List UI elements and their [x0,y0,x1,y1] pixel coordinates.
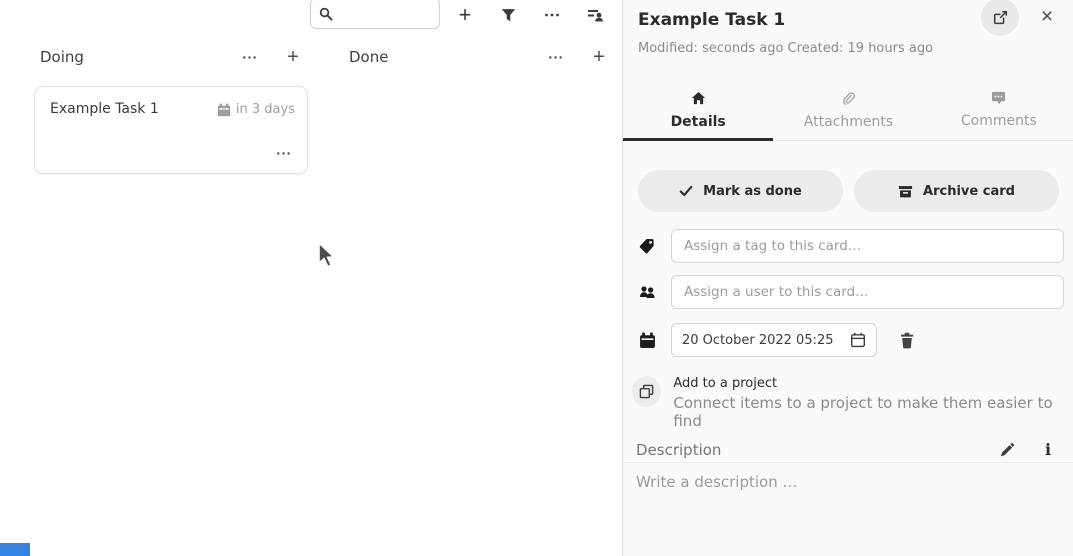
detail-title: Example Task 1 [638,10,785,30]
home-icon [691,91,706,106]
board-pane: + Doing + Done + [0,0,622,556]
tag-icon [623,238,671,254]
archive-icon [898,184,913,199]
tab-label: Details [671,114,726,130]
check-icon [679,184,693,198]
project-title: Add to a project [673,376,1064,391]
add-card-button[interactable]: + [451,1,479,29]
mark-as-done-button[interactable]: Mark as done [638,170,843,212]
task-card[interactable]: Example Task 1 in 3 days [34,86,308,174]
column-add-card-button[interactable]: + [281,45,305,69]
calendar-icon [623,332,671,349]
description-input[interactable]: Write a description … [636,473,1056,553]
tab-label: Comments [961,113,1037,129]
tab-details[interactable]: Details [623,86,773,140]
tag-assign-row [623,229,1073,263]
more-options-icon[interactable] [538,1,566,29]
card-actions: Mark as done Archive card [638,170,1059,212]
description-label: Description [636,441,721,459]
column-header-done: Done + [317,42,615,72]
assignee-list-icon[interactable] [581,1,609,29]
users-icon [623,284,671,300]
column-more-icon[interactable] [237,45,261,69]
filter-icon[interactable] [494,1,522,29]
project-subtitle: Connect items to a project to make them … [673,394,1064,430]
user-assign-row [623,275,1073,309]
column-header-doing: Doing + [8,42,309,72]
close-icon[interactable]: × [1033,3,1061,31]
column-name: Done [349,48,388,66]
comments-icon [991,91,1006,105]
due-date-value: 20 October 2022 05:25 [682,333,850,348]
due-date-row: 20 October 2022 05:25 [623,323,1073,357]
user-input[interactable] [671,275,1064,309]
column-more-icon[interactable] [543,45,567,69]
tab-comments[interactable]: Comments [924,86,1073,140]
detail-pane: Example Task 1 Modified: seconds ago Cre… [622,0,1073,556]
column-name: Doing [40,48,84,66]
tab-label: Attachments [804,114,893,130]
calendar-outline-icon[interactable] [850,332,866,348]
archive-card-button[interactable]: Archive card [854,170,1059,212]
attachment-icon [841,91,855,106]
mouse-cursor [317,242,337,274]
kanban-app: + Doing + Done + [0,0,1073,556]
search-box[interactable] [310,0,440,29]
search-icon [319,7,333,21]
detail-tabs: Details Attachments Comments [623,86,1073,141]
project-icon [632,376,661,407]
tab-attachments[interactable]: Attachments [773,86,923,140]
card-more-icon[interactable] [271,143,295,163]
calendar-icon [217,103,231,117]
card-due-date: in 3 days [217,102,295,117]
accent-rect [0,543,30,556]
card-title: Example Task 1 [50,101,217,117]
open-in-new-icon[interactable] [981,0,1019,36]
detail-meta: Modified: seconds ago Created: 19 hours … [638,41,933,56]
tag-input[interactable] [671,229,1064,263]
trash-icon[interactable] [894,327,920,353]
info-icon[interactable]: i [1036,438,1060,460]
due-date-picker[interactable]: 20 October 2022 05:25 [671,323,877,357]
edit-icon[interactable] [995,439,1019,461]
divider [623,462,1073,463]
add-to-project-row[interactable]: Add to a project Connect items to a proj… [632,375,1064,430]
column-add-card-button[interactable]: + [587,45,611,69]
description-header: Description i [623,439,1073,462]
search-input[interactable] [339,6,429,21]
